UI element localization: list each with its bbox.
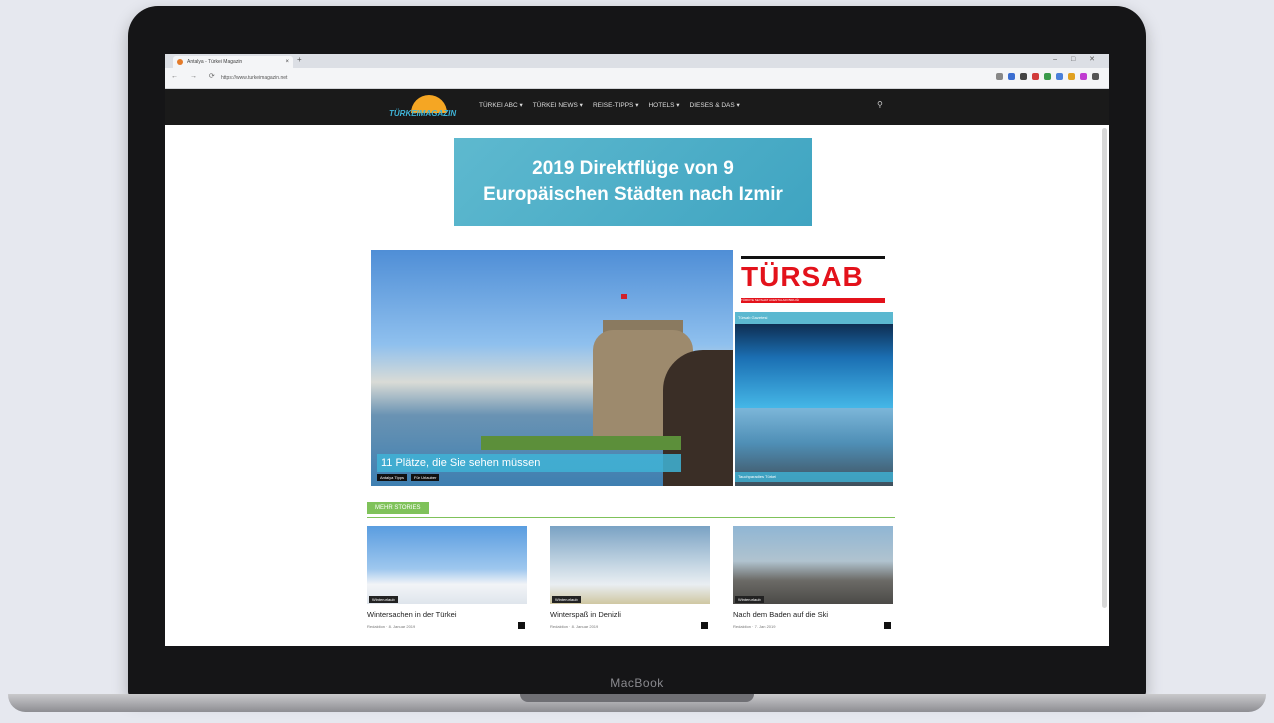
extension-icon[interactable] — [1080, 73, 1087, 80]
extension-icon[interactable] — [1044, 73, 1051, 80]
tab-title: Antalya - Türkei Magazin — [187, 59, 243, 65]
tursab-ad[interactable]: TÜRSAB TÜRKIYE SEYAHAT ACENTALARI BIRLIĞ… — [735, 250, 893, 312]
side-caption[interactable]: Tauchparadies Türkei — [735, 472, 893, 482]
navigation-buttons[interactable]: ← → ⟳ — [171, 72, 220, 80]
device-label: MacBook — [610, 676, 664, 690]
extension-icon[interactable] — [1092, 73, 1099, 80]
search-icon[interactable]: ⚲ — [877, 100, 883, 109]
browser-tab-bar: Antalya - Türkei Magazin × + – □ ✕ — [165, 54, 1109, 68]
menu-item[interactable]: TÜRKEI NEWS ▾ — [533, 101, 583, 109]
card-tag[interactable]: Winterurlaub — [552, 596, 581, 603]
story-card[interactable]: Winterurlaub Winterspaß in Denizli Redak… — [550, 526, 710, 644]
diving-image[interactable] — [735, 324, 893, 408]
site-logo[interactable]: TÜRKEIMAGAZIN — [389, 95, 467, 121]
tursab-subline: TÜRKIYE SEYAHAT ACENTALARI BIRLIĞI — [741, 298, 885, 303]
story-card[interactable]: Winterurlaub Nach dem Baden auf die Ski … — [733, 526, 893, 644]
card-title[interactable]: Winterspaß in Denizli — [550, 610, 700, 619]
extension-icons — [996, 73, 1099, 80]
section-badge: MEHR STORIES — [367, 502, 429, 514]
extension-icon[interactable] — [996, 73, 1003, 80]
url-field[interactable]: https://www.turkeimagazin.net — [221, 72, 821, 84]
card-image[interactable] — [733, 526, 893, 604]
card-image[interactable] — [367, 526, 527, 604]
hero-article[interactable]: 11 Plätze, die Sie sehen müssen Antalya … — [371, 250, 733, 486]
extension-icon[interactable] — [1008, 73, 1015, 80]
grass-shape — [481, 436, 681, 450]
hero-meta: Antalya Tipps Für Urlauber — [377, 474, 440, 481]
card-image[interactable] — [550, 526, 710, 604]
tursab-logo: TÜRSAB — [741, 261, 864, 292]
favicon-icon — [177, 59, 183, 65]
logo-text: TÜRKEIMAGAZIN — [389, 109, 457, 118]
card-title[interactable]: Wintersachen in der Türkei — [367, 610, 517, 619]
menu-item[interactable]: REISE-TIPPS ▾ — [593, 101, 639, 109]
new-tab-button[interactable]: + — [297, 55, 302, 64]
comment-icon[interactable] — [518, 622, 525, 629]
menu-item[interactable]: HOTELS ▾ — [648, 101, 679, 109]
card-tag[interactable]: Winterurlaub — [369, 596, 398, 603]
site-navigation: TÜRKEIMAGAZIN TÜRKEI ABC ▾ TÜRKEI NEWS ▾… — [165, 89, 1109, 125]
window-controls[interactable]: – □ ✕ — [1053, 55, 1101, 63]
card-meta: Redaktion · 7. Jan 2019 — [733, 624, 776, 629]
extension-icon[interactable] — [1032, 73, 1039, 80]
story-card[interactable]: Winterurlaub Wintersachen in der Türkei … — [367, 526, 527, 644]
hero-tag-secondary[interactable]: Für Urlauber — [411, 474, 440, 481]
browser-tab[interactable]: Antalya - Türkei Magazin × — [173, 56, 293, 68]
address-bar: ← → ⟳ https://www.turkeimagazin.net — [165, 68, 1109, 89]
tursab-rule — [741, 256, 885, 259]
extension-icon[interactable] — [1020, 73, 1027, 80]
side-column: TÜRSAB TÜRKIYE SEYAHAT ACENTALARI BIRLIĞ… — [735, 250, 893, 486]
card-tag[interactable]: Winterurlaub — [735, 596, 764, 603]
card-meta: Redaktion · 8. Januar 2019 — [367, 624, 416, 629]
menu-item[interactable]: TÜRKEI ABC ▾ — [479, 101, 523, 109]
laptop-notch — [520, 694, 754, 702]
card-meta: Redaktion · 8. Januar 2019 — [550, 624, 599, 629]
promo-banner[interactable]: 2019 Direktflüge von 9 Europäischen Städ… — [454, 138, 812, 226]
menu-item[interactable]: DIESES & DAS ▾ — [690, 101, 740, 109]
comment-icon[interactable] — [701, 622, 708, 629]
extension-icon[interactable] — [1068, 73, 1075, 80]
main-menu: TÜRKEI ABC ▾ TÜRKEI NEWS ▾ REISE-TIPPS ▾… — [479, 101, 740, 109]
browser-screen: Antalya - Türkei Magazin × + – □ ✕ ← → ⟳… — [165, 54, 1109, 646]
hero-caption[interactable]: 11 Plätze, die Sie sehen müssen — [377, 454, 681, 472]
page-scrollbar[interactable] — [1102, 128, 1107, 608]
hero-tag[interactable]: Antalya Tipps — [377, 474, 408, 481]
extension-icon[interactable] — [1056, 73, 1063, 80]
card-title[interactable]: Nach dem Baden auf die Ski — [733, 610, 883, 619]
comment-icon[interactable] — [884, 622, 891, 629]
close-tab-icon[interactable]: × — [285, 56, 289, 68]
side-label[interactable]: Türsab Gazetesi — [735, 312, 893, 324]
banner-text: 2019 Direktflüge von 9 Europäischen Städ… — [483, 158, 783, 205]
section-divider — [367, 517, 895, 518]
flag-shape — [621, 294, 627, 299]
